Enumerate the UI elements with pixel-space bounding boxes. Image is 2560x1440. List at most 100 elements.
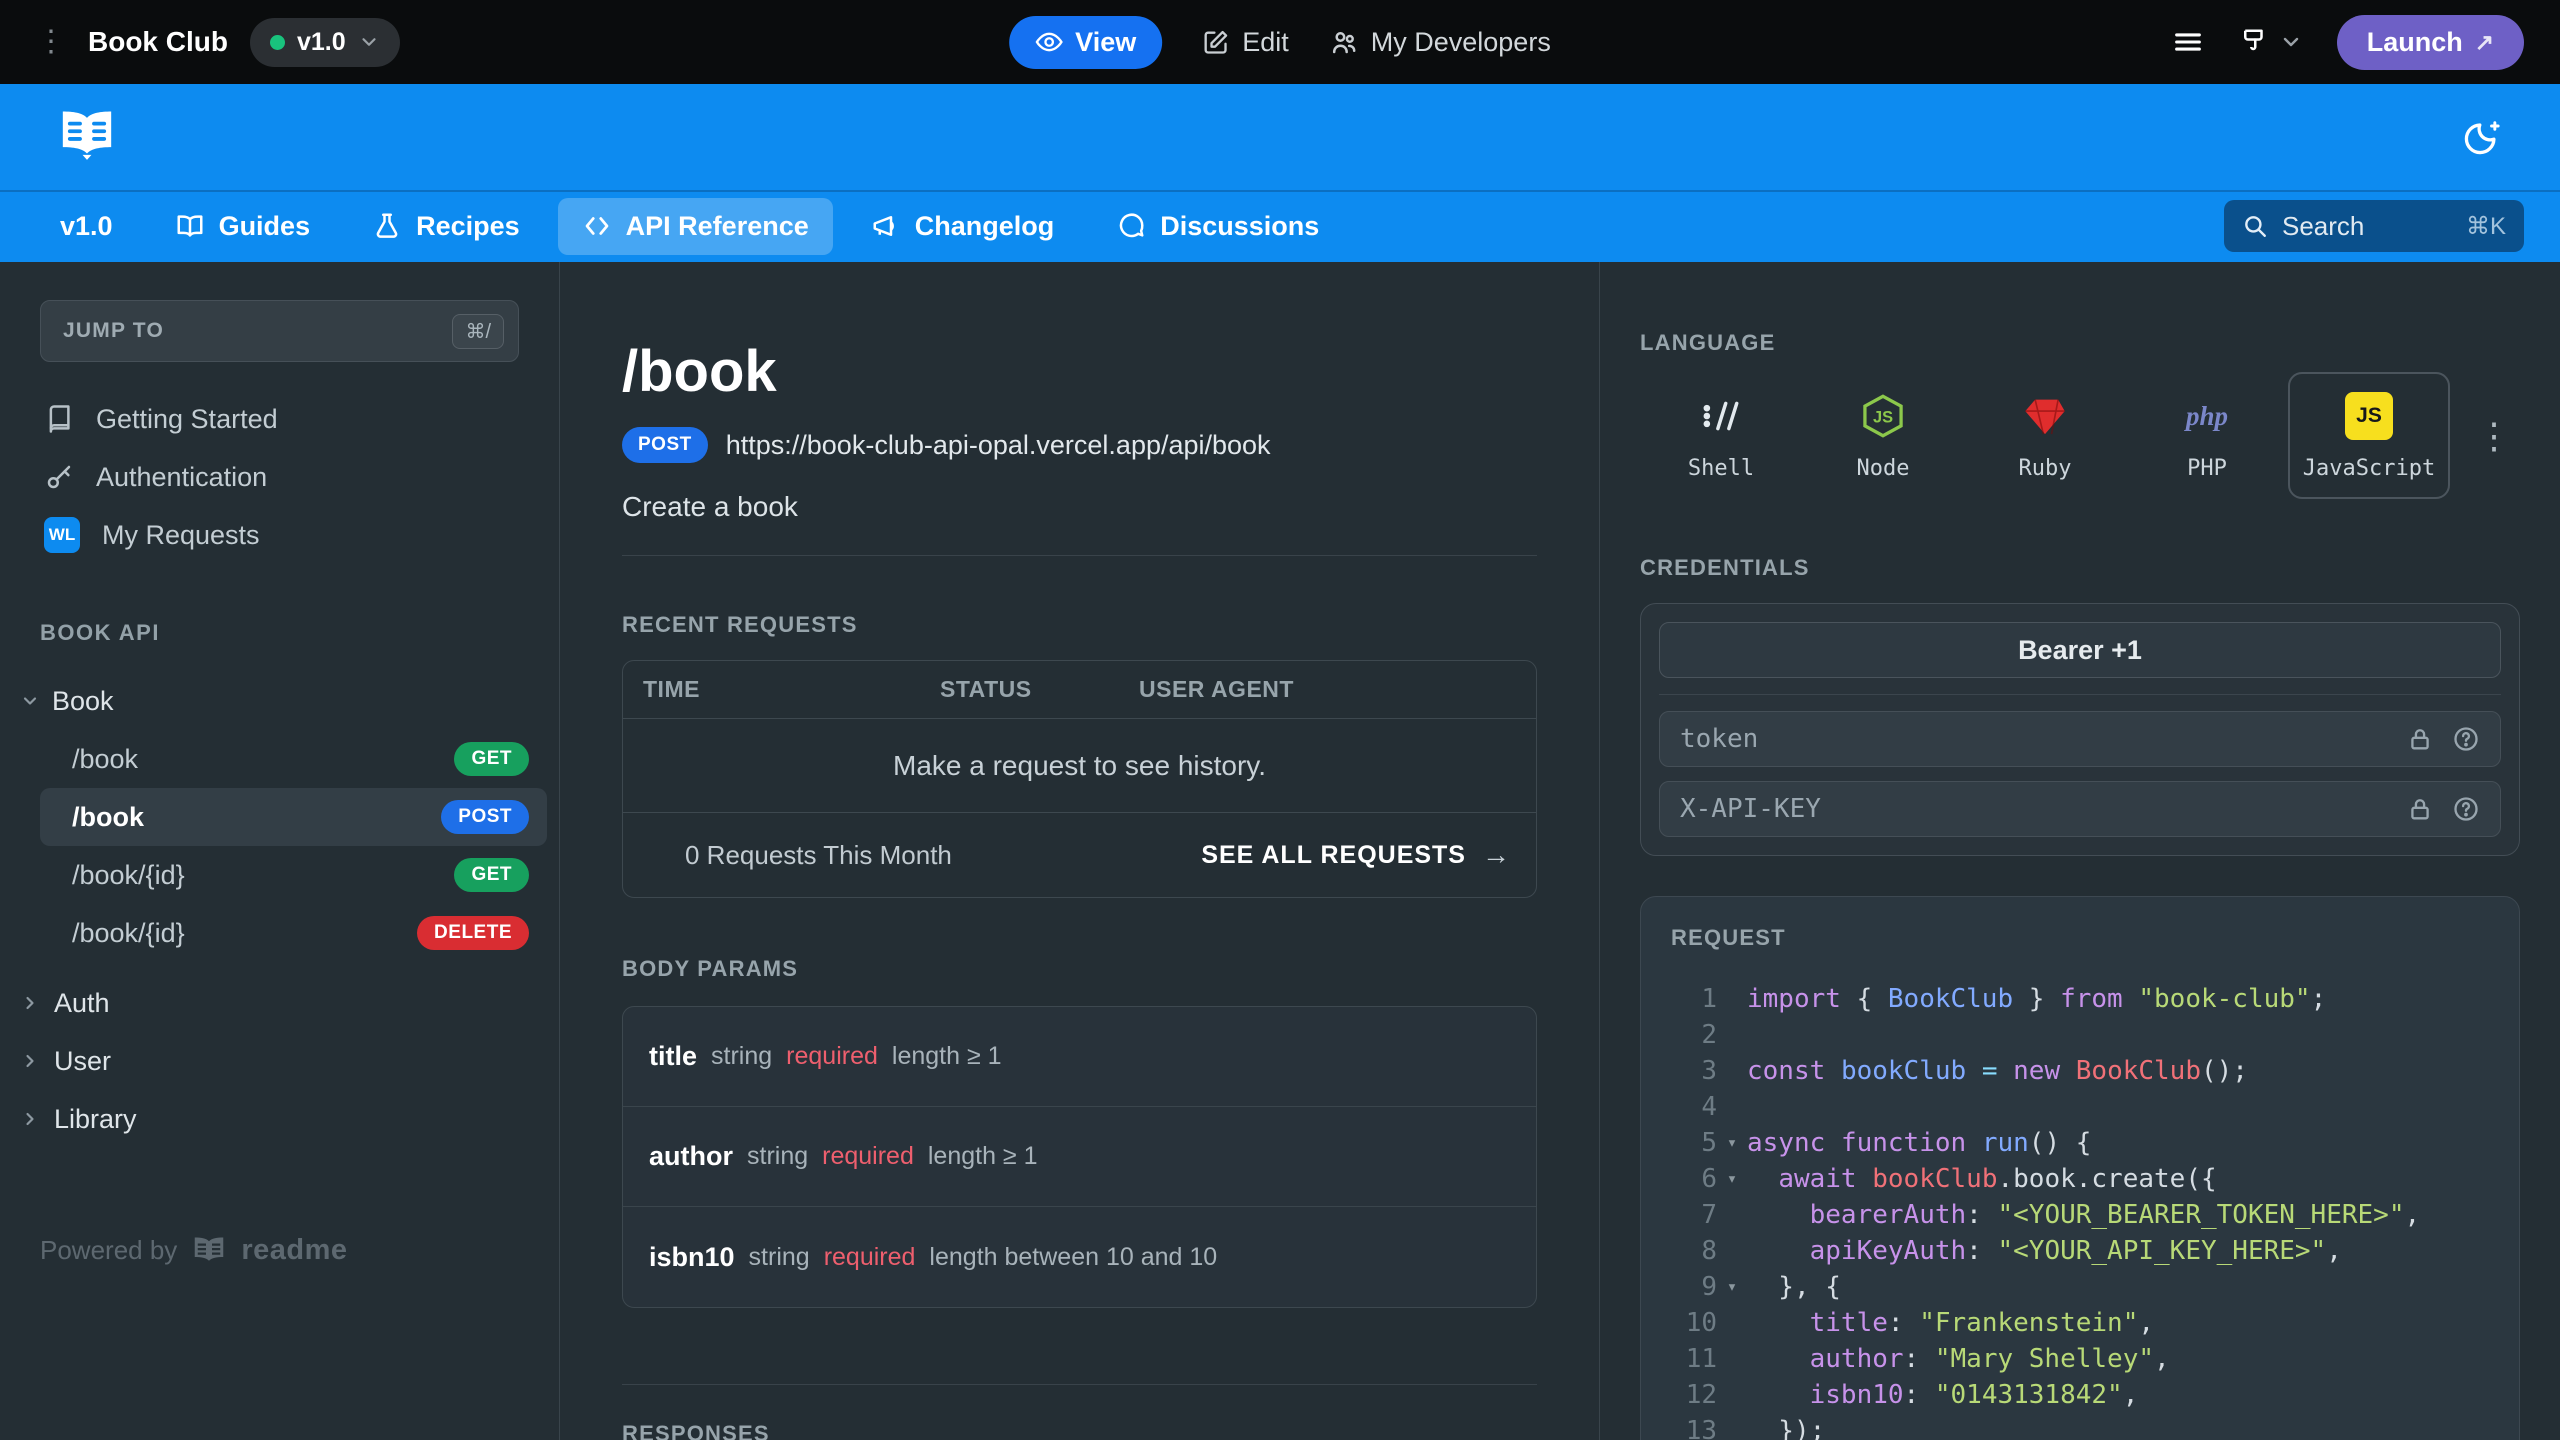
sidebar-group-library[interactable]: Library [0, 1090, 559, 1148]
ruby-icon [2022, 390, 2068, 442]
nav-guides[interactable]: Guides [151, 198, 335, 255]
language-ruby[interactable]: Ruby [1964, 374, 2126, 497]
users-icon [1329, 27, 1359, 57]
sidebar-endpoint-book-id-get[interactable]: /book/{id} GET [0, 846, 559, 904]
sidebar-group-auth[interactable]: Auth [0, 974, 559, 1032]
nav-recipes[interactable]: Recipes [348, 198, 544, 255]
nav-changelog[interactable]: Changelog [847, 198, 1079, 255]
javascript-icon: JS [2345, 392, 2393, 440]
method-badge-get: GET [454, 858, 529, 892]
chevron-right-icon [20, 1051, 40, 1071]
param-row-title: title string required length ≥ 1 [623, 1007, 1536, 1107]
param-name: title [649, 1041, 698, 1071]
node-icon: JS [1860, 390, 1906, 442]
sidebar-group-label: User [54, 1045, 112, 1076]
dark-mode-toggle[interactable] [2460, 115, 2504, 159]
language-php[interactable]: php PHP [2126, 374, 2288, 497]
jump-to-input[interactable]: JUMP TO ⌘/ [40, 300, 519, 362]
see-all-requests-link[interactable]: SEE ALL REQUESTS → [1201, 839, 1510, 871]
svg-text:JS: JS [1873, 409, 1893, 427]
column-header-user-agent: USER AGENT [1139, 676, 1294, 702]
my-developers-button[interactable]: My Developers [1329, 27, 1551, 58]
language-javascript[interactable]: JS JavaScript [2288, 372, 2450, 499]
powered-by-readme-link[interactable]: Powered by readme [40, 1234, 559, 1267]
appearance-menu[interactable] [2239, 27, 2303, 57]
page-title: /book [622, 339, 777, 404]
responses-label: RESPONSES [622, 1421, 770, 1440]
open-book-icon [175, 211, 205, 241]
view-label: View [1075, 26, 1137, 57]
language-label-text: Node [1856, 456, 1910, 481]
try-it-panel: LANGUAGE Shell JS Node Ruby php PHP JS J… [1600, 262, 2560, 1440]
nav-discussions[interactable]: Discussions [1092, 198, 1343, 255]
endpoint-description: Create a book [622, 491, 798, 522]
sidebar-endpoint-book-id-delete[interactable]: /book/{id} DELETE [0, 904, 559, 962]
body-params-label: BODY PARAMS [622, 956, 799, 981]
search-icon [2242, 213, 2268, 239]
nav-version[interactable]: v1.0 [36, 198, 137, 255]
help-circle-icon[interactable] [2452, 725, 2480, 753]
language-label-text: Shell [1687, 456, 1755, 481]
sidebar-item-authentication[interactable]: Authentication [0, 448, 559, 506]
code-line: 5 ▾ async function run() { [1701, 1128, 2092, 1158]
my-developers-label: My Developers [1370, 26, 1551, 57]
lock-icon [2406, 795, 2434, 823]
sidebar-item-label: My Requests [102, 519, 260, 550]
code-brackets-icon [582, 211, 612, 241]
search-input[interactable]: Search ⌘K [2224, 200, 2524, 252]
launch-button[interactable]: Launch ↗ [2336, 14, 2524, 70]
param-constraint: length ≥ 1 [891, 1042, 1002, 1070]
help-circle-icon[interactable] [2452, 795, 2480, 823]
kebab-menu-icon[interactable]: ⋮ [36, 27, 66, 57]
param-required: required [823, 1242, 916, 1271]
sidebar-item-label: Authentication [96, 461, 268, 492]
sidebar-endpoint-book-post[interactable]: /book POST [40, 788, 547, 846]
method-badge-post: POST [441, 800, 529, 834]
bearer-auth-button[interactable]: Bearer +1 [1659, 622, 2501, 678]
sidebar-item-getting-started[interactable]: Getting Started [0, 390, 559, 448]
shell-icon [1699, 390, 1743, 442]
jump-to-shortcut: ⌘/ [452, 313, 504, 349]
more-languages-icon[interactable]: ⋮ [2476, 418, 2520, 453]
nav-api-reference-label: API Reference [625, 210, 809, 241]
bearer-auth-label: Bearer +1 [2018, 634, 2142, 665]
code-line: 3 const bookClub = new BookClub(); [1701, 1056, 2248, 1086]
sidebar-group-user[interactable]: User [0, 1032, 559, 1090]
view-button[interactable]: View [1009, 15, 1163, 69]
doc-nav-bar: v1.0 Guides Recipes API Reference Change… [0, 190, 2560, 262]
launch-label: Launch [2366, 26, 2463, 57]
sidebar-section-label: BOOK API [40, 620, 160, 645]
language-shell[interactable]: Shell [1640, 374, 1802, 497]
site-logo-book-icon[interactable] [56, 109, 118, 165]
code-line: 4 [1701, 1092, 1717, 1122]
divider [1659, 694, 2501, 695]
endpoint-url: https://book-club-api-opal.vercel.app/ap… [725, 429, 1271, 460]
code-line: 10 title: "Frankenstein", [1685, 1308, 2155, 1338]
language-label: LANGUAGE [1640, 330, 1776, 355]
token-input[interactable] [1680, 724, 2388, 754]
hamburger-menu-icon[interactable] [2171, 25, 2205, 59]
code-line: 6 ▾ await bookClub.book.create({ [1701, 1164, 2217, 1194]
language-node[interactable]: JS Node [1802, 374, 1964, 497]
language-label-text: JavaScript [2302, 456, 2436, 481]
param-row-isbn10: isbn10 string required length between 10… [623, 1207, 1536, 1307]
param-name: author [649, 1141, 733, 1171]
nav-changelog-label: Changelog [914, 210, 1055, 241]
param-required: required [822, 1142, 914, 1170]
param-required: required [786, 1042, 878, 1070]
key-icon [44, 462, 74, 492]
sidebar-item-my-requests[interactable]: WL My Requests [0, 506, 559, 564]
endpoint-path: /book [72, 801, 144, 832]
sidebar-endpoint-book-get[interactable]: /book GET [0, 730, 559, 788]
main-content: /book POST https://book-club-api-opal.ve… [560, 262, 1600, 1440]
nav-version-label: v1.0 [60, 210, 113, 241]
megaphone-icon [871, 211, 901, 241]
edit-button[interactable]: Edit [1202, 27, 1289, 58]
version-selector[interactable]: v1.0 [250, 17, 400, 67]
sidebar-group-label: Auth [54, 987, 110, 1018]
api-key-input[interactable] [1680, 794, 2388, 824]
nav-api-reference[interactable]: API Reference [557, 197, 833, 255]
code-line: 7 bearerAuth: "<YOUR_BEARER_TOKEN_HERE>"… [1701, 1200, 2421, 1230]
sidebar-group-book[interactable]: Book [0, 672, 559, 730]
top-admin-bar: ⋮ Book Club v1.0 View Edit My Developers… [0, 0, 2560, 84]
